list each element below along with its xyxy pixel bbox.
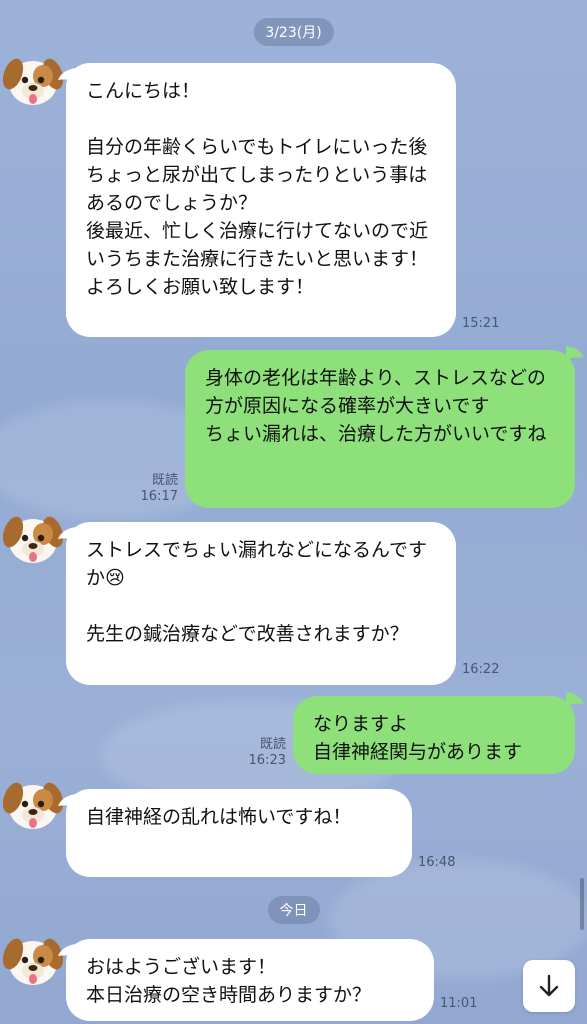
read-receipt: 既読 bbox=[151, 473, 178, 488]
read-receipt: 既読 bbox=[259, 737, 286, 752]
arrow-down-icon bbox=[539, 974, 559, 997]
message-bubble-received: おはようございます！ 本日治療の空き時間ありますか？ bbox=[66, 939, 434, 1021]
message-time: 16:48 bbox=[418, 855, 456, 870]
message-bubble-sent: 身体の老化は年齢より、ストレスなどの方が原因になる確率が大きいです ちょい漏れは… bbox=[185, 350, 575, 508]
date-separator: 3/23(月) bbox=[253, 18, 334, 46]
dog-face-icon[interactable] bbox=[3, 774, 63, 834]
dog-face-icon[interactable] bbox=[3, 50, 63, 110]
message-time: 11:01 bbox=[440, 996, 478, 1011]
message-bubble-received: ストレスでちょい漏れなどになるんですか😢 先生の鍼治療などで改善されますか？ bbox=[66, 522, 456, 685]
message-time: 16:17 bbox=[140, 489, 178, 504]
message-bubble-received: 自律神経の乱れは怖いですね！ bbox=[66, 789, 412, 877]
message-time: 16:23 bbox=[248, 753, 286, 768]
dog-face-icon[interactable] bbox=[3, 930, 63, 990]
message-time: 15:21 bbox=[462, 316, 500, 331]
message-bubble-received: こんにちは！ 自分の年齢くらいでもトイレにいった後ちょっと尿が出てしまったりとい… bbox=[66, 63, 456, 337]
dog-face-icon[interactable] bbox=[3, 508, 63, 568]
scrollbar[interactable] bbox=[580, 878, 584, 930]
date-separator: 今日 bbox=[267, 896, 320, 924]
message-time: 16:22 bbox=[462, 662, 500, 677]
message-bubble-sent: なりますよ 自律神経関与があります bbox=[293, 696, 575, 774]
scroll-to-bottom-button[interactable] bbox=[523, 960, 575, 1012]
